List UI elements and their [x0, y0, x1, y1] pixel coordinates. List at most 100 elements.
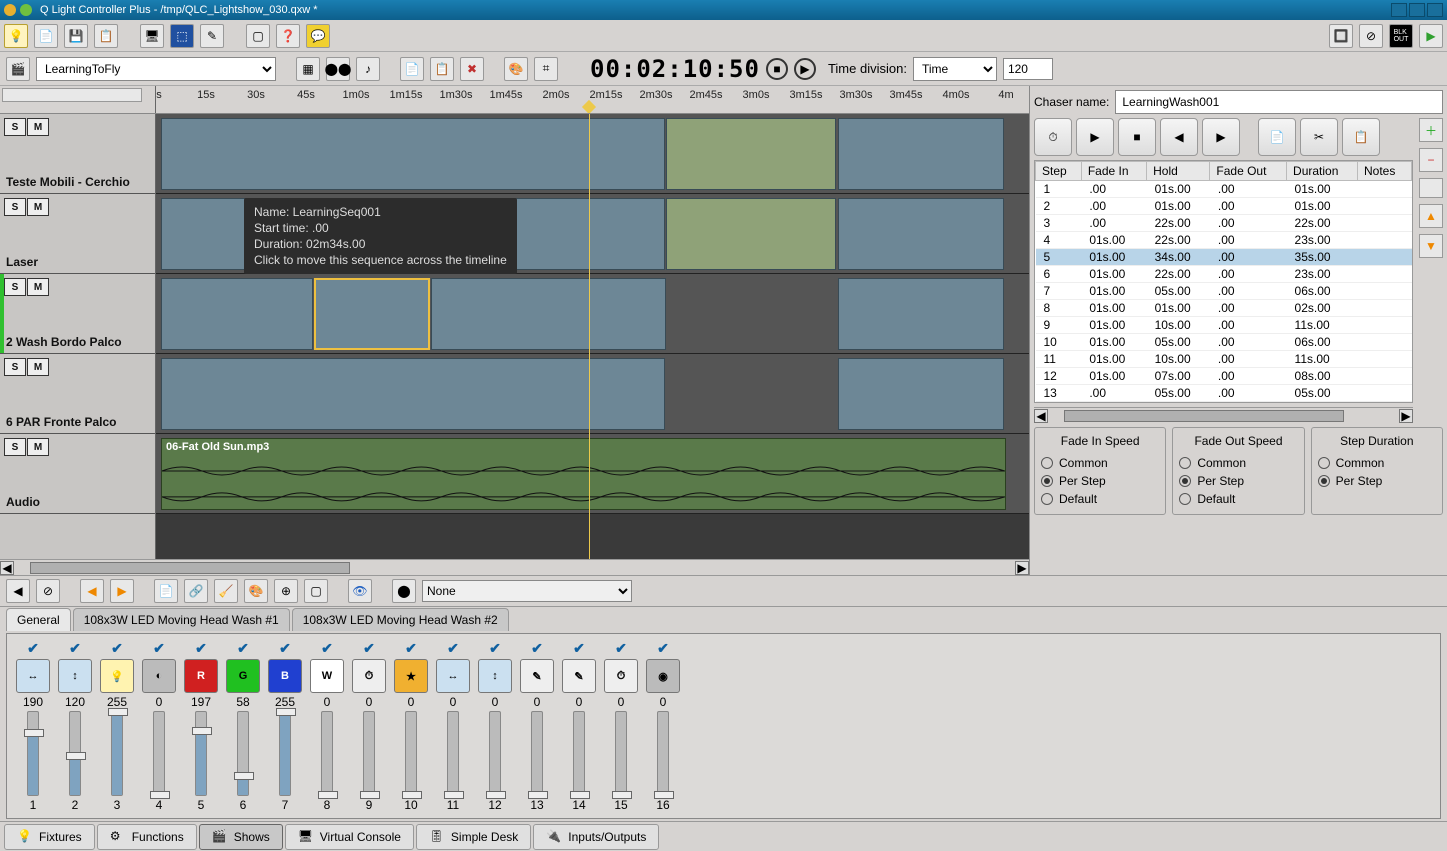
add-sequence-button[interactable]: ⬤⬤: [326, 57, 350, 81]
prev-step-button[interactable]: ◀: [1160, 118, 1198, 156]
check-icon[interactable]: ✔: [405, 640, 417, 657]
check-icon[interactable]: ✔: [153, 640, 165, 657]
paste-button[interactable]: 📋: [430, 57, 454, 81]
clip[interactable]: [838, 198, 1004, 270]
fader[interactable]: ✔✎013: [517, 640, 557, 812]
timeline-hscroll[interactable]: ◀▶: [0, 559, 1029, 575]
bottom-tab-functions[interactable]: ⚙Functions: [97, 824, 197, 850]
play-button[interactable]: ▶: [794, 58, 816, 80]
clip[interactable]: [666, 198, 836, 270]
channel-icon[interactable]: G: [226, 659, 260, 693]
check-icon[interactable]: ✔: [447, 640, 459, 657]
fader[interactable]: ✔↔1901: [13, 640, 53, 812]
column-header[interactable]: Fade Out: [1210, 162, 1287, 181]
fader-slider[interactable]: [489, 711, 501, 796]
fader-slider[interactable]: [27, 711, 39, 796]
bottom-tab-shows[interactable]: 🎬Shows: [199, 824, 283, 850]
minimize-button[interactable]: [1391, 3, 1407, 17]
paste-step-button[interactable]: 📋: [1342, 118, 1380, 156]
win-close-icon[interactable]: [4, 4, 16, 16]
clip[interactable]: [838, 358, 1004, 430]
channel-icon[interactable]: ◐: [142, 659, 176, 693]
stop-button[interactable]: ■: [766, 58, 788, 80]
mute-button[interactable]: M: [27, 278, 49, 296]
track-head[interactable]: SMAudio: [0, 434, 155, 514]
fader-slider[interactable]: [111, 711, 123, 796]
table-row[interactable]: 901s.0010s.00.0011s.00: [1036, 317, 1412, 334]
blackout-button[interactable]: BLKOUT: [1389, 24, 1413, 48]
back-button[interactable]: ◀: [6, 579, 30, 603]
table-row[interactable]: 601s.0022s.00.0023s.00: [1036, 266, 1412, 283]
wizard-button[interactable]: ✎: [200, 24, 224, 48]
channel-icon[interactable]: ◉: [646, 659, 680, 693]
speed-dial-button[interactable]: ⏱: [1034, 118, 1072, 156]
close-button[interactable]: [1427, 3, 1443, 17]
check-icon[interactable]: ✔: [111, 640, 123, 657]
next-step-button[interactable]: ▶: [1202, 118, 1240, 156]
fullscreen-button[interactable]: ▢: [246, 24, 270, 48]
channel-button[interactable]: ⬤: [392, 579, 416, 603]
check-icon[interactable]: ✔: [489, 640, 501, 657]
fader-slider[interactable]: [69, 711, 81, 796]
move-up-button[interactable]: ▲: [1419, 204, 1443, 228]
table-row[interactable]: 13.0005s.00.0005s.00: [1036, 385, 1412, 402]
panic-button[interactable]: ⊘: [1359, 24, 1383, 48]
clip[interactable]: [838, 118, 1004, 190]
link-button[interactable]: 🔗: [184, 579, 208, 603]
gobo-button[interactable]: 👁: [348, 579, 372, 603]
dmxdump-button[interactable]: 🔲: [1329, 24, 1353, 48]
fadeout-perstep-radio[interactable]: Per Step: [1179, 472, 1297, 490]
mute-button[interactable]: M: [27, 438, 49, 456]
test-play-button[interactable]: ▶: [1076, 118, 1114, 156]
check-icon[interactable]: ✔: [237, 640, 249, 657]
fader-slider[interactable]: [321, 711, 333, 796]
fader[interactable]: ✔★010: [391, 640, 431, 812]
filter-select[interactable]: None: [422, 580, 632, 602]
bottom-tab-inputs-outputs[interactable]: 🔌Inputs/Outputs: [533, 824, 659, 850]
check-icon[interactable]: ✔: [27, 640, 39, 657]
channel-icon[interactable]: ✎: [562, 659, 596, 693]
show-select[interactable]: LearningToFly: [36, 57, 276, 81]
ruler[interactable]: 0s15s30s45s1m0s1m15s1m30s1m45s2m0s2m15s2…: [156, 86, 1029, 113]
help-button[interactable]: ❓: [276, 24, 300, 48]
column-header[interactable]: Duration: [1287, 162, 1358, 181]
bottom-tab-virtual-console[interactable]: 🖥Virtual Console: [285, 824, 414, 850]
timeline[interactable]: Name: LearningSeq001Start time: .00Durat…: [156, 114, 1029, 559]
fader[interactable]: ✔↕012: [475, 640, 515, 812]
fadein-default-radio[interactable]: Default: [1041, 490, 1159, 508]
copy-step-button[interactable]: 📄: [1258, 118, 1296, 156]
channel-icon[interactable]: W: [310, 659, 344, 693]
color-wizard-button[interactable]: 🎨: [244, 579, 268, 603]
fader-slider[interactable]: [573, 711, 585, 796]
solo-button[interactable]: S: [4, 198, 26, 216]
about-button[interactable]: 💬: [306, 24, 330, 48]
fader-slider[interactable]: [531, 711, 543, 796]
mute-button[interactable]: M: [27, 358, 49, 376]
table-row[interactable]: 501s.0034s.00.0035s.00: [1036, 249, 1412, 266]
duration-common-radio[interactable]: Common: [1318, 454, 1436, 472]
check-icon[interactable]: ✔: [363, 640, 375, 657]
fader[interactable]: ✔◉016: [643, 640, 683, 812]
fader-slider[interactable]: [363, 711, 375, 796]
open-button[interactable]: 📄: [34, 24, 58, 48]
playhead-marker[interactable]: [582, 100, 596, 113]
clone-button[interactable]: 📄: [154, 579, 178, 603]
shows-icon[interactable]: 🎬: [6, 57, 30, 81]
address-button[interactable]: ⬚: [170, 24, 194, 48]
clip[interactable]: [431, 278, 666, 350]
check-icon[interactable]: ✔: [195, 640, 207, 657]
table-row[interactable]: 1101s.0010s.00.0011s.00: [1036, 351, 1412, 368]
check-icon[interactable]: ✔: [657, 640, 669, 657]
fadeout-default-radio[interactable]: Default: [1179, 490, 1297, 508]
fader[interactable]: ✔R1975: [181, 640, 221, 812]
check-icon[interactable]: ✔: [531, 640, 543, 657]
test-stop-button[interactable]: ■: [1118, 118, 1156, 156]
channel-icon[interactable]: B: [268, 659, 302, 693]
add-track-button[interactable]: ▦: [296, 57, 320, 81]
table-row[interactable]: 1001s.0005s.00.0006s.00: [1036, 334, 1412, 351]
channel-icon[interactable]: 💡: [100, 659, 134, 693]
column-header[interactable]: Step: [1036, 162, 1082, 181]
add-step-button[interactable]: ＋: [1419, 118, 1443, 142]
fader[interactable]: ✔◐04: [139, 640, 179, 812]
fixture-tab[interactable]: 108x3W LED Moving Head Wash #1: [73, 608, 290, 631]
